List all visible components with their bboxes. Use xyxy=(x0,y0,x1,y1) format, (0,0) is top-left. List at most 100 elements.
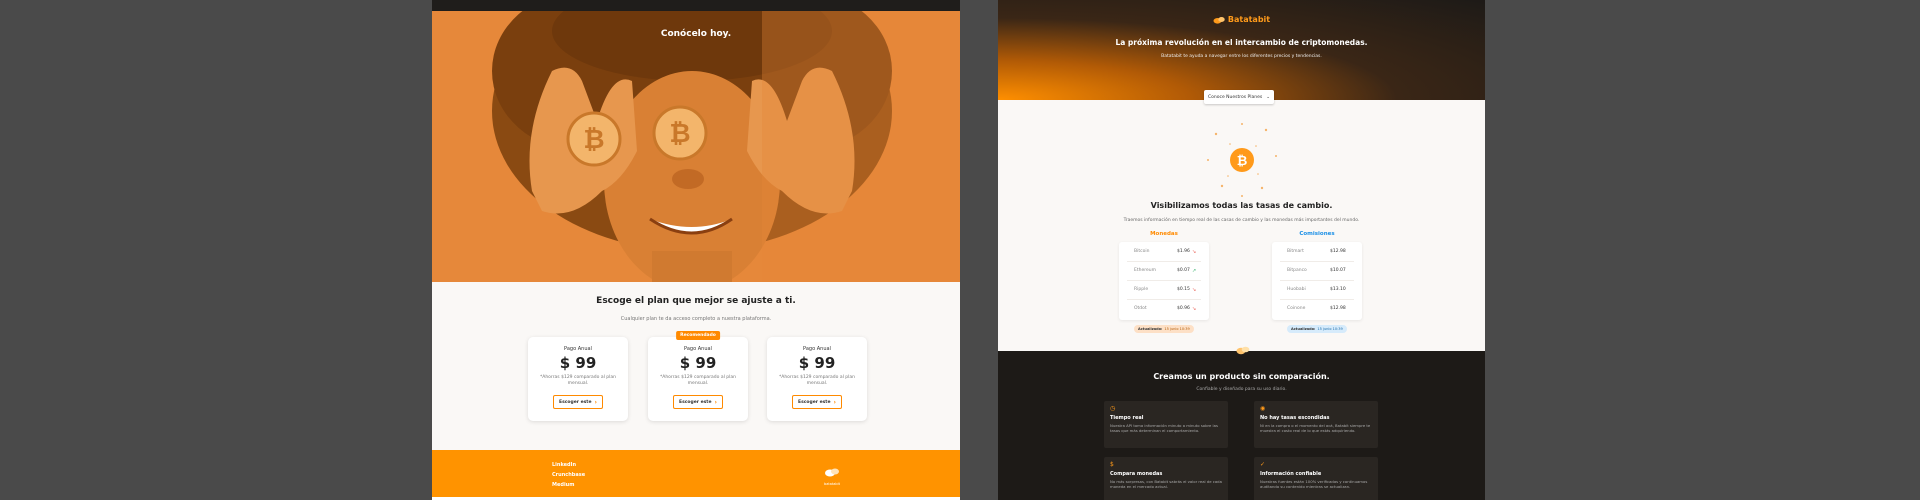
choose-plan-label: Escoger este xyxy=(679,399,712,405)
features-title: Creamos un producto sin comparación. xyxy=(1153,372,1330,381)
chevron-down-icon: ⌄ xyxy=(1266,94,1271,100)
exchange-name: Coinone xyxy=(1287,306,1306,311)
table-row: Bitpanco $10.07 xyxy=(1272,261,1362,280)
plan-price: $ 99 xyxy=(559,354,597,372)
trend-down-icon: ↘ xyxy=(1192,286,1197,293)
arrow-right-icon: › xyxy=(714,398,717,406)
feature-text: No más sorpresas, con Batabit sabrás el … xyxy=(1110,479,1222,489)
coin-value: $0.07 xyxy=(1177,268,1190,273)
dollar-icon: $ xyxy=(1110,461,1114,468)
batatabit-logo-icon xyxy=(825,468,839,477)
plan-card: Pago Anual $ 99 *Ahorras $129 comparado … xyxy=(528,337,628,421)
feature-card: ◷ Tiempo real Nuestra API toma informaci… xyxy=(1104,401,1228,448)
exchange-fee: $10.07 xyxy=(1330,268,1346,273)
table-row: Huobabi $13.10 xyxy=(1272,280,1362,299)
fees-updated-badge: Actualizado: 15 junio 10:39 xyxy=(1287,325,1347,333)
rates-subtitle: Traemos información en tiempo real de la… xyxy=(1123,218,1360,223)
exchange-fee: $12.98 xyxy=(1330,249,1346,254)
brand-logo[interactable]: Batatabit xyxy=(998,15,1485,24)
plan-price: $ 99 xyxy=(679,354,717,372)
right-landing-page: Batatabit La próxima revolución en el in… xyxy=(998,0,1485,500)
batatabit-logo-icon xyxy=(1236,346,1250,355)
brand-name: Batatabit xyxy=(1227,15,1271,24)
updated-time: 15 junio 10:39 xyxy=(1164,327,1190,331)
hero-title: Conócelo hoy. xyxy=(660,29,732,39)
plan-card: Pago Anual $ 99 *Ahorras $129 comparado … xyxy=(767,337,867,421)
coin-name: Ethereum xyxy=(1134,268,1156,273)
features-subtitle: Confiable y diseñado para su uso diario. xyxy=(1196,387,1287,392)
choose-plan-button[interactable]: Escoger este › xyxy=(673,395,723,409)
coin-name: Bitcoin xyxy=(1134,249,1150,254)
coin-name: Ripple xyxy=(1134,287,1149,292)
plans-dropdown-button[interactable]: Conoce Nuestros Planes ⌄ xyxy=(1204,90,1274,104)
trend-down-icon: ↘ xyxy=(1192,305,1197,312)
table-row: Coinone $12.98 xyxy=(1272,299,1362,318)
exchange-fee: $13.10 xyxy=(1330,287,1346,292)
updated-label: Actualizado: xyxy=(1291,327,1316,331)
plan-name: Pago Anual xyxy=(564,346,592,352)
hero-image-woman-with-coins: ₿ ₿ xyxy=(432,11,960,282)
table-row: Bitmart $12.98 xyxy=(1272,242,1362,261)
table-row: Bitcoin $1.96 ↘ xyxy=(1119,242,1209,261)
trend-down-icon: ↘ xyxy=(1192,248,1197,255)
choose-plan-button[interactable]: Escoger este › xyxy=(553,395,603,409)
choose-plan-label: Escoger este xyxy=(798,399,831,405)
footer-link-medium[interactable]: Medium xyxy=(552,480,585,490)
choose-plan-label: Escoger este xyxy=(559,399,592,405)
footer-link-crunchbase[interactable]: Crunchbase xyxy=(552,470,585,480)
exchange-fee: $12.98 xyxy=(1330,306,1346,311)
footer-logo[interactable]: batatabit xyxy=(824,462,840,486)
footer-link-linkedin[interactable]: LinkedIn xyxy=(552,460,585,470)
feature-text: Nuestra API toma información minuto a mi… xyxy=(1110,423,1218,433)
features-section: Creamos un producto sin comparación. Con… xyxy=(998,351,1485,500)
arrow-right-icon: › xyxy=(833,398,836,406)
table-row: Ripple $0.15 ↘ xyxy=(1119,280,1209,299)
rates-section: ₿ Visibilizamos todas las tasas de cambi… xyxy=(998,100,1485,351)
rates-title: Visibilizamos todas las tasas de cambio. xyxy=(1150,201,1333,210)
hero-section: ₿ ₿ Conócelo hoy. xyxy=(432,11,960,282)
coin-value: $1.96 xyxy=(1177,249,1190,254)
svg-text:₿: ₿ xyxy=(669,119,690,149)
table-row: Ethereum $0.07 ↗ xyxy=(1119,261,1209,280)
plan-note: *Ahorras $129 comparado al plan mensual. xyxy=(540,375,616,386)
plan-note: *Ahorras $129 comparado al plan mensual. xyxy=(660,375,736,386)
feature-title: Compara monedas xyxy=(1110,471,1163,477)
plans-section: Escoge el plan que mejor se ajuste a ti.… xyxy=(432,282,960,450)
hero-section: Batatabit La próxima revolución en el in… xyxy=(998,0,1485,100)
exchange-name: Huobabi xyxy=(1287,287,1306,292)
coin-value: $0.15 xyxy=(1177,287,1190,292)
feature-title: Tiempo real xyxy=(1110,415,1144,421)
feature-card: ✓ Información confiable Nuestras fuentes… xyxy=(1254,457,1378,500)
arrow-right-icon: › xyxy=(594,398,597,406)
svg-text:₿: ₿ xyxy=(583,125,604,155)
footer: LinkedIn Crunchbase Medium batatabit xyxy=(432,450,960,500)
plan-note: *Ahorras $129 comparado al plan mensual. xyxy=(779,375,855,386)
coins-table: Bitcoin $1.96 ↘ Ethereum $0.07 ↗ Ripple … xyxy=(1119,242,1209,320)
feature-card: $ Compara monedas No más sorpresas, con … xyxy=(1104,457,1228,500)
hero-title: La próxima revolución en el intercambio … xyxy=(1115,38,1368,47)
plans-title: Escoge el plan que mejor se ajuste a ti. xyxy=(596,296,796,306)
coin-name: Otdot xyxy=(1134,306,1147,311)
plan-price: $ 99 xyxy=(798,354,836,372)
plan-card-recommended: Recomendado Pago Anual $ 99 *Ahorras $12… xyxy=(648,331,748,421)
check-icon: ✓ xyxy=(1260,461,1266,468)
hero-subtitle: Batatabit te ayuda a navegar entre los d… xyxy=(1161,54,1322,59)
feature-text: Nuestras fuentes están 100% verificadas … xyxy=(1260,479,1368,489)
recommended-badge: Recomendado xyxy=(676,331,720,340)
coins-column-title: Monedas xyxy=(1150,231,1178,237)
eye-icon: ◉ xyxy=(1260,405,1266,412)
coins-updated-badge: Actualizado: 15 junio 10:39 xyxy=(1134,325,1194,333)
updated-label: Actualizado: xyxy=(1138,327,1163,331)
svg-text:₿: ₿ xyxy=(1237,154,1248,169)
fees-column-title: Comisiones xyxy=(1299,231,1335,237)
plans-dropdown-label: Conoce Nuestros Planes xyxy=(1207,94,1263,100)
top-bar xyxy=(432,0,960,11)
exchange-name: Bitpanco xyxy=(1287,268,1307,273)
footer-links: LinkedIn Crunchbase Medium xyxy=(552,460,585,490)
batatabit-logo-icon xyxy=(1213,16,1225,24)
feature-card: ◉ No hay tasas escondidas Ni en la compr… xyxy=(1254,401,1378,448)
choose-plan-button[interactable]: Escoger este › xyxy=(792,395,842,409)
bitcoin-illustration: ₿ xyxy=(1207,123,1277,197)
exchange-name: Bitmart xyxy=(1287,249,1304,254)
table-row: Otdot $0.96 ↘ xyxy=(1119,299,1209,318)
